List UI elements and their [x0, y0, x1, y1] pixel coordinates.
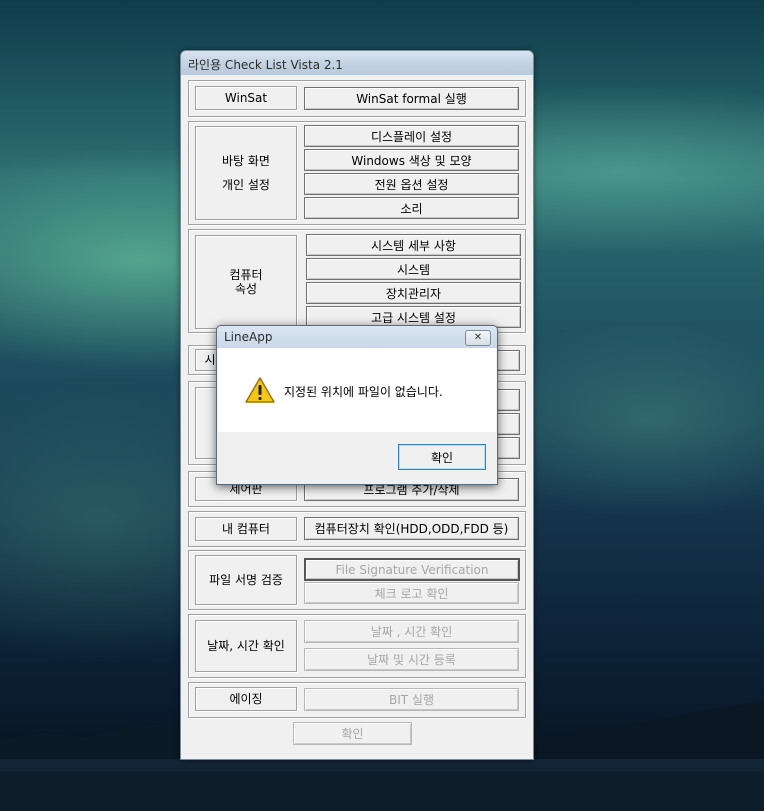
my-computer-label: 내 컴퓨터 [195, 517, 297, 541]
sound-button[interactable]: 소리 [304, 197, 519, 219]
windows-color-button[interactable]: Windows 색상 및 모양 [304, 149, 519, 171]
datetime-label: 날짜, 시간 확인 [195, 620, 297, 672]
dialog-titlebar: LineApp ✕ [217, 326, 497, 348]
desktop-label: 바탕 화면 개인 설정 [195, 126, 297, 220]
computer-label-line2: 속성 [234, 282, 258, 296]
window-titlebar: 라인용 Check List Vista 2.1 [181, 51, 533, 75]
desktop-label-line2: 개인 설정 [222, 178, 270, 192]
register-datetime-button[interactable]: 날짜 및 시간 등록 [304, 648, 519, 671]
file-signature-verification-button[interactable]: File Signature Verification [304, 558, 520, 581]
computer-label-line1: 컴퓨터 [229, 268, 263, 282]
check-devices-button[interactable]: 컴퓨터장치 확인(HDD,ODD,FDD 등) [304, 517, 519, 540]
lineapp-dialog: LineApp ✕ 지정된 위치에 파일이 없습니다. 확인 [216, 325, 498, 485]
bit-run-button[interactable]: BIT 실행 [304, 688, 519, 711]
system-details-button[interactable]: 시스템 세부 사항 [306, 234, 521, 256]
close-icon[interactable]: ✕ [465, 330, 491, 346]
device-manager-button[interactable]: 장치관리자 [306, 282, 521, 304]
file-signature-label: 파일 서명 검증 [195, 555, 297, 605]
check-datetime-button[interactable]: 날짜 , 시간 확인 [304, 620, 519, 643]
dialog-message: 지정된 위치에 파일이 없습니다. [284, 385, 443, 399]
desktop-label-line1: 바탕 화면 [222, 154, 270, 168]
winsat-label: WinSat [195, 86, 297, 110]
ok-button[interactable]: 확인 [293, 722, 412, 745]
computer-properties-label: 컴퓨터 속성 [195, 235, 297, 329]
warning-icon [245, 377, 275, 403]
display-settings-button[interactable]: 디스플레이 설정 [304, 125, 519, 147]
system-button[interactable]: 시스템 [306, 258, 521, 280]
dialog-body: 지정된 위치에 파일이 없습니다. [218, 348, 496, 432]
dialog-title: LineApp [224, 330, 273, 344]
power-options-button[interactable]: 전원 옵션 설정 [304, 173, 519, 195]
winsat-formal-button[interactable]: WinSat formal 실행 [304, 87, 519, 110]
aging-label: 에이징 [195, 687, 297, 711]
check-logo-button[interactable]: 체크 로고 확인 [304, 582, 519, 604]
window-title: 라인용 Check List Vista 2.1 [188, 58, 343, 72]
dialog-ok-button[interactable]: 확인 [398, 444, 486, 470]
